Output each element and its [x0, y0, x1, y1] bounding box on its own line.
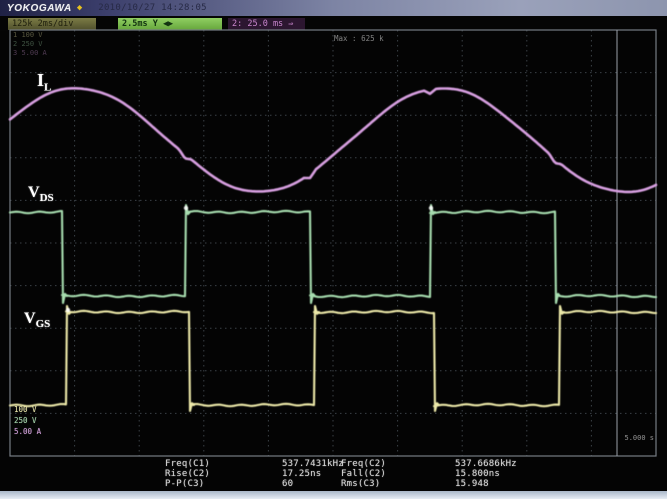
- channel-scale: 5.00 A: [21, 49, 46, 57]
- bottom-right-readout: 5.000 s: [616, 434, 654, 442]
- waveform-plot: [0, 0, 667, 499]
- channel-number: 3: [13, 49, 17, 57]
- trace-label-main: I: [37, 70, 44, 90]
- ch1-scale: 100 V: [14, 404, 41, 415]
- trace-label-il: IL: [37, 70, 51, 94]
- trace-label-sub: DS: [40, 192, 54, 204]
- channel-indicator: 3 5.00 A: [13, 49, 47, 58]
- ch3-scale: 5.00 A: [14, 426, 41, 437]
- trace-label-vgs: VGS: [24, 310, 50, 330]
- trace-label-vds: VDS: [28, 184, 54, 204]
- channel-scale: 100 V: [21, 31, 42, 39]
- channel-indicators-top: 1 100 V 2 250 V 3 5.00 A: [13, 31, 47, 58]
- ch2-scale: 250 V: [14, 415, 41, 426]
- trace-label-main: V: [28, 184, 40, 201]
- channel-number: 1: [13, 31, 17, 39]
- trace-vds: [10, 205, 656, 303]
- trace-label-sub: L: [44, 82, 51, 94]
- channel-indicator: 2 250 V: [13, 40, 47, 49]
- max-readout: Max : 625 k: [334, 34, 384, 43]
- oscilloscope-screen: YOKOGAWA ◆ 2010/10/27 14:28:05 125k 2ms/…: [0, 0, 667, 499]
- channel-scale: 250 V: [21, 40, 42, 48]
- trace-label-main: V: [24, 310, 36, 327]
- channel-indicator: 1 100 V: [13, 31, 47, 40]
- channel-scale-readouts: 100 V 250 V 5.00 A: [14, 404, 41, 437]
- trace-label-sub: GS: [36, 318, 51, 330]
- channel-number: 2: [13, 40, 17, 48]
